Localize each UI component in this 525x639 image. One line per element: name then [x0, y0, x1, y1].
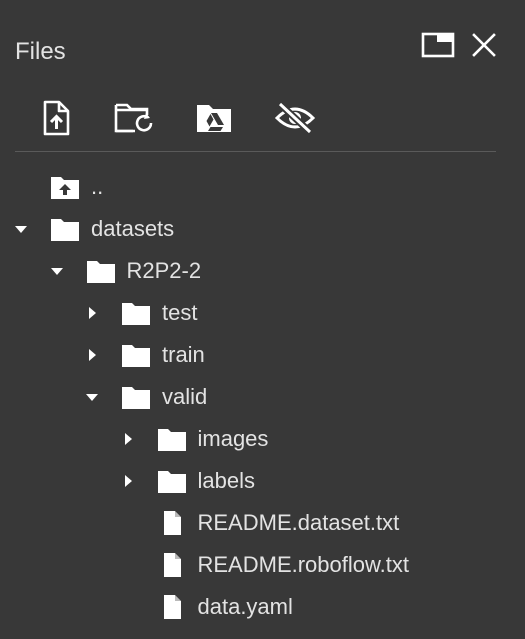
caret-down-icon[interactable] [84, 389, 100, 405]
maximize-icon [421, 32, 455, 58]
tree-item-label: README.dataset.txt [197, 510, 400, 535]
folder-row[interactable]: test [0, 292, 525, 334]
file-row[interactable]: README.roboflow.txt [0, 544, 525, 586]
folder-icon [50, 216, 80, 242]
caret-right-icon[interactable] [84, 347, 100, 363]
upload-button[interactable] [34, 96, 78, 140]
toggle-hidden-files-button[interactable] [273, 96, 317, 140]
refresh-folder-icon [114, 103, 153, 133]
maximize-button[interactable] [421, 28, 455, 62]
file-icon [157, 510, 187, 536]
folder-row[interactable]: train [0, 334, 525, 376]
folder-icon [121, 342, 151, 368]
upload-file-icon [43, 100, 70, 136]
tree-item-label: datasets [91, 216, 175, 241]
folder-icon [121, 384, 151, 410]
tree-item-label: data.yaml [197, 594, 293, 619]
caret-down-icon[interactable] [49, 263, 65, 279]
file-row[interactable]: data.yaml [0, 586, 525, 628]
tree-item-label: train [162, 342, 205, 367]
tree-item-label: R2P2-2 [126, 258, 202, 283]
folder-icon [86, 258, 116, 284]
tree-item-label: valid [162, 384, 208, 409]
close-icon [472, 33, 496, 57]
folder-row[interactable]: R2P2-2 [0, 250, 525, 292]
tree-item-label: test [162, 300, 198, 325]
tree-item-label: labels [197, 468, 255, 493]
refresh-button[interactable] [112, 96, 156, 140]
panel-title: Files [15, 38, 66, 65]
files-panel: Files .. datasets R2P2-2 test train vali… [0, 0, 525, 639]
file-icon [157, 594, 187, 620]
caret-right-icon[interactable] [120, 431, 136, 447]
folder-row[interactable]: labels [0, 460, 525, 502]
tree-item-label: images [197, 426, 269, 451]
folder-icon [157, 468, 187, 494]
caret-right-icon[interactable] [120, 473, 136, 489]
folder-icon [121, 300, 151, 326]
mount-drive-icon [197, 105, 231, 132]
folder-icon [157, 426, 187, 452]
folder-row[interactable]: valid [0, 376, 525, 418]
mount-drive-button[interactable] [192, 96, 236, 140]
file-row[interactable]: README.dataset.txt [0, 502, 525, 544]
toolbar-divider [15, 151, 496, 152]
tree-item-label: .. [91, 174, 104, 199]
parent-folder-icon [50, 174, 80, 200]
folder-row[interactable]: images [0, 418, 525, 460]
folder-row[interactable]: .. [0, 166, 525, 208]
close-button[interactable] [467, 28, 501, 62]
caret-down-icon[interactable] [13, 221, 29, 237]
folder-row[interactable]: datasets [0, 208, 525, 250]
tree-item-label: README.roboflow.txt [197, 552, 410, 577]
files-toolbar [0, 96, 525, 140]
hide-files-icon [274, 101, 316, 135]
caret-right-icon[interactable] [84, 305, 100, 321]
file-icon [157, 552, 187, 578]
